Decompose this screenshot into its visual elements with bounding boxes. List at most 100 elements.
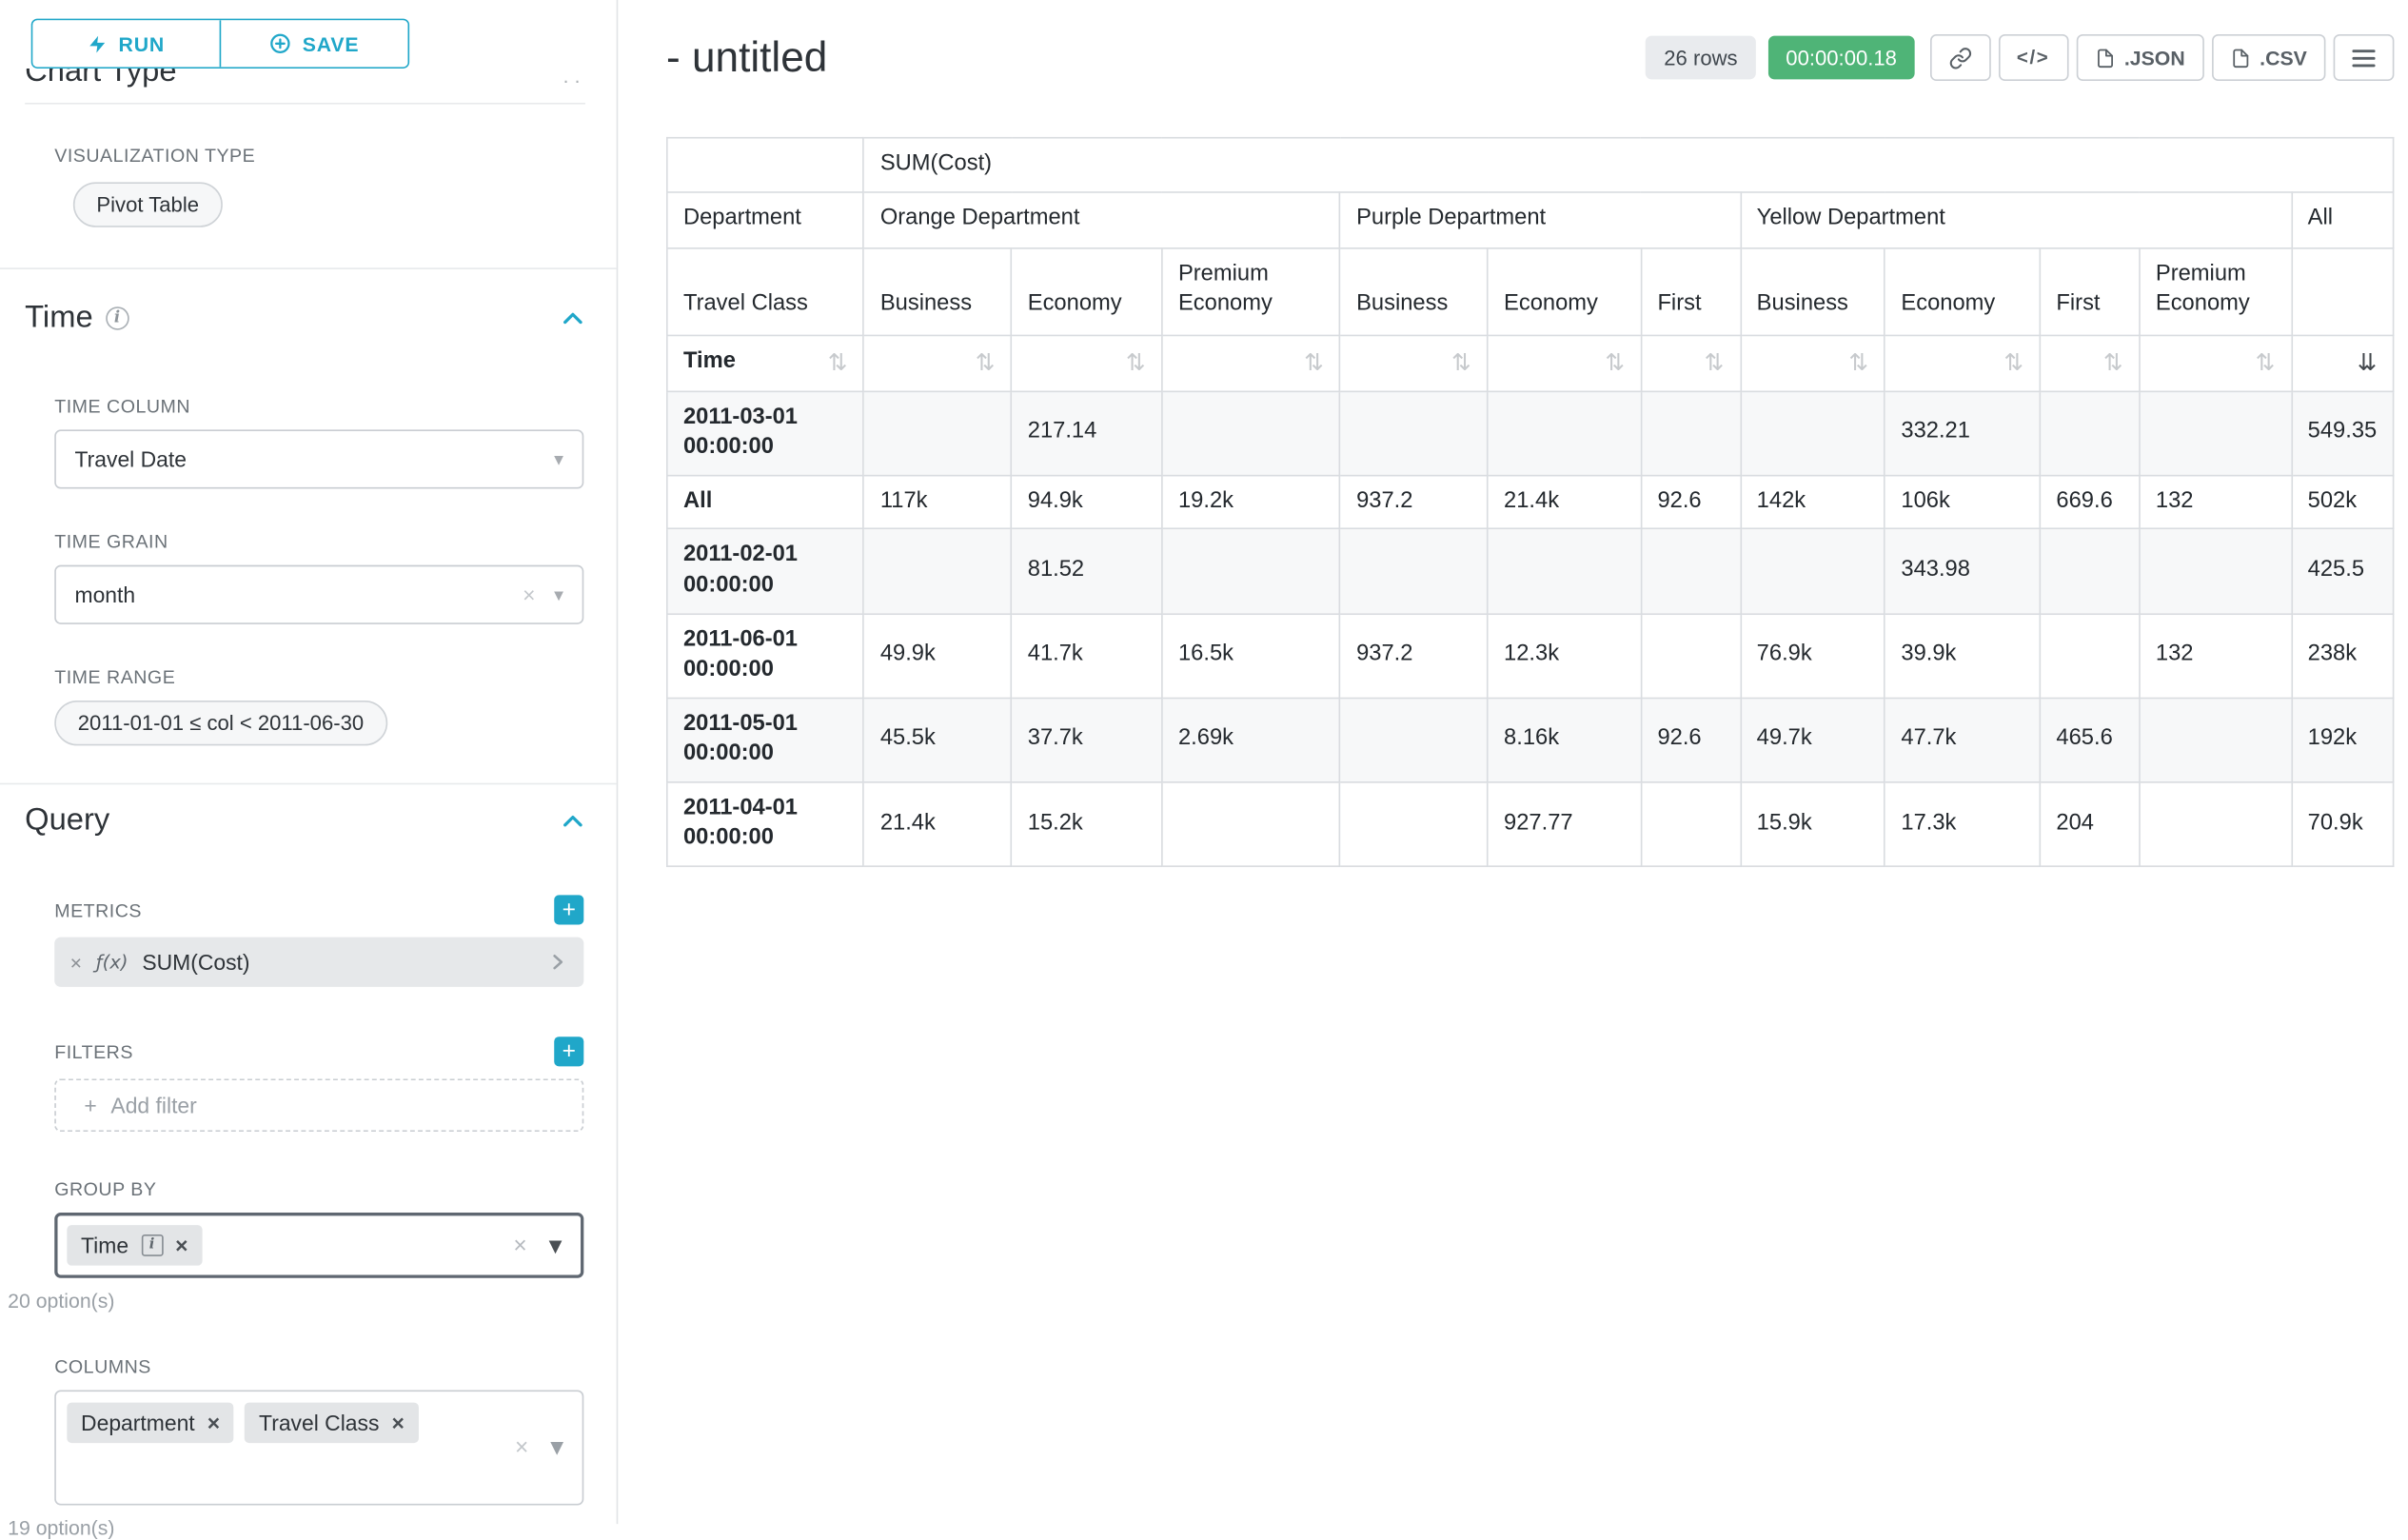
pivot-cell	[2140, 391, 2292, 476]
pivot-cell	[1741, 391, 1885, 476]
pivot-cell: 343.98	[1885, 529, 2040, 614]
time-range-pill[interactable]: 2011-01-01 ≤ col < 2011-06-30	[54, 701, 386, 745]
pivot-table: SUM(Cost)DepartmentOrange DepartmentPurp…	[666, 137, 2394, 867]
columns-tag[interactable]: Department×	[67, 1403, 234, 1444]
run-button[interactable]: RUN	[32, 20, 219, 67]
pivot-cell: 2.69k	[1162, 698, 1340, 782]
info-icon: i	[141, 1234, 163, 1256]
remove-tag-icon[interactable]: ×	[207, 1412, 220, 1433]
info-icon: i	[106, 306, 129, 330]
sort-icon[interactable]: ⇅	[2004, 351, 2024, 375]
pivot-cell: 425.5	[2292, 529, 2394, 614]
scrolled-section-header: Chart Type ··	[25, 69, 585, 93]
sort-icon[interactable]: ⇅	[1705, 351, 1725, 375]
column-sort-header: ⇅	[1641, 335, 1740, 391]
pivot-cell: 92.6	[1641, 475, 1740, 529]
sort-icon[interactable]: ⇅	[1304, 351, 1324, 375]
pivot-cell: 238k	[2292, 613, 2394, 698]
chart-title[interactable]: - untitled	[666, 33, 827, 82]
pivot-cell: 37.7k	[1012, 698, 1162, 782]
export-csv-button[interactable]: .CSV	[2211, 34, 2325, 81]
sort-icon[interactable]: ⇅	[2103, 351, 2123, 375]
time-section-header: Time i	[25, 301, 585, 337]
department-axis-label: Department	[667, 191, 864, 247]
metric-header-cell: SUM(Cost)	[864, 138, 2394, 192]
metric-option[interactable]: × ƒ(x) SUM(Cost)	[54, 938, 583, 987]
add-metric-button[interactable]: +	[554, 895, 583, 924]
columns-select[interactable]: Department× Travel Class × × ▼	[54, 1391, 583, 1506]
time-column-select[interactable]: Travel Date ▾	[54, 429, 583, 488]
pivot-cell: 117k	[864, 475, 1012, 529]
pivot-row: 2011-06-01 00:00:0049.9k41.7k16.5k937.21…	[667, 613, 2394, 698]
pivot-cell: 70.9k	[2292, 781, 2394, 866]
chevron-down-icon[interactable]: ▼	[550, 1437, 563, 1457]
sort-icon[interactable]: ⇅	[1848, 351, 1868, 375]
group-by-label: GROUP BY	[54, 1178, 156, 1200]
department-group-header: All	[2292, 191, 2394, 247]
control-panel: RUN SAVE Chart Type ·· VISUALIZATION TYP…	[0, 0, 618, 1524]
columns-tag[interactable]: Travel Class ×	[245, 1403, 418, 1444]
group-by-tag[interactable]: Timei×	[67, 1225, 202, 1266]
chart-menu-button[interactable]	[2334, 34, 2395, 81]
save-button[interactable]: SAVE	[220, 20, 408, 67]
clear-icon[interactable]: ×	[515, 1434, 528, 1461]
copy-link-button[interactable]	[1929, 34, 1990, 81]
sort-icon[interactable]: ⇅	[2256, 351, 2276, 375]
pivot-cell: 94.9k	[1012, 475, 1162, 529]
view-query-button[interactable]: </>	[1998, 34, 2068, 81]
pivot-cell: 76.9k	[1741, 613, 1885, 698]
time-axis-label: Time	[683, 347, 736, 378]
pivot-cell: 92.6	[1641, 698, 1740, 782]
sort-icon[interactable]: ⇅	[976, 351, 996, 375]
chevron-down-icon: ▾	[554, 448, 563, 470]
remove-tag-icon[interactable]: ×	[392, 1412, 405, 1433]
pivot-cell: 19.2k	[1162, 475, 1340, 529]
add-filter-placeholder: Add filter	[110, 1093, 196, 1117]
export-json-button[interactable]: .JSON	[2076, 34, 2203, 81]
function-icon: ƒ(x)	[96, 951, 128, 973]
column-sort-header: ⇅	[864, 335, 1012, 391]
remove-tag-icon[interactable]: ×	[175, 1234, 188, 1256]
pivot-cell: 217.14	[1012, 391, 1162, 476]
group-by-select[interactable]: Timei× × ▼	[54, 1213, 583, 1278]
sort-icon-active[interactable]: ⇊	[2358, 351, 2378, 375]
column-sort-header: ⇅	[1741, 335, 1885, 391]
viz-type-pill[interactable]: Pivot Table	[73, 182, 223, 227]
remove-metric-icon[interactable]: ×	[70, 950, 82, 974]
clear-icon[interactable]: ×	[523, 582, 535, 607]
pivot-corner-cell	[667, 138, 864, 192]
pivot-cell: 49.9k	[864, 613, 1012, 698]
chart-header: - untitled 26 rows 00:00:00.18 </> .JSON	[666, 28, 2394, 87]
export-csv-label: .CSV	[2260, 46, 2307, 69]
pivot-cell: 549.35	[2292, 391, 2394, 476]
chevron-right-icon[interactable]	[546, 951, 568, 973]
plus-circle-icon	[269, 32, 291, 54]
pivot-cell: 47.7k	[1885, 698, 2040, 782]
row-label: 2011-04-01 00:00:00	[667, 781, 864, 866]
filters-label: FILTERS	[54, 1040, 133, 1062]
travel-class-header: First	[2040, 247, 2139, 335]
collapse-chevron-icon[interactable]	[561, 306, 585, 330]
add-filter-button[interactable]: +	[554, 1037, 583, 1066]
clear-icon[interactable]: ×	[513, 1232, 526, 1258]
row-label: 2011-02-01 00:00:00	[667, 529, 864, 614]
pivot-cell: 21.4k	[1488, 475, 1641, 529]
tag-label: Travel Class	[259, 1411, 379, 1435]
sort-icon[interactable]: ⇅	[828, 351, 848, 375]
sort-icon[interactable]: ⇅	[1451, 351, 1471, 375]
row-count-badge: 26 rows	[1646, 36, 1757, 80]
pivot-cell	[1162, 529, 1340, 614]
pivot-cell	[1340, 698, 1488, 782]
travel-class-axis-label: Travel Class	[667, 247, 864, 335]
row-label: 2011-05-01 00:00:00	[667, 698, 864, 782]
sort-icon[interactable]: ⇅	[1606, 351, 1626, 375]
save-button-label: SAVE	[303, 32, 360, 56]
sort-icon[interactable]: ⇅	[1126, 351, 1146, 375]
pivot-cell	[1488, 391, 1641, 476]
pivot-row: All117k94.9k19.2k937.221.4k92.6142k106k6…	[667, 475, 2394, 529]
chevron-down-icon[interactable]: ▼	[549, 1235, 563, 1255]
time-grain-select[interactable]: month × ▾	[54, 565, 583, 624]
add-filter-dropzone[interactable]: + Add filter	[54, 1078, 583, 1132]
collapse-chevron-icon[interactable]	[561, 809, 585, 834]
pivot-cell	[1340, 391, 1488, 476]
